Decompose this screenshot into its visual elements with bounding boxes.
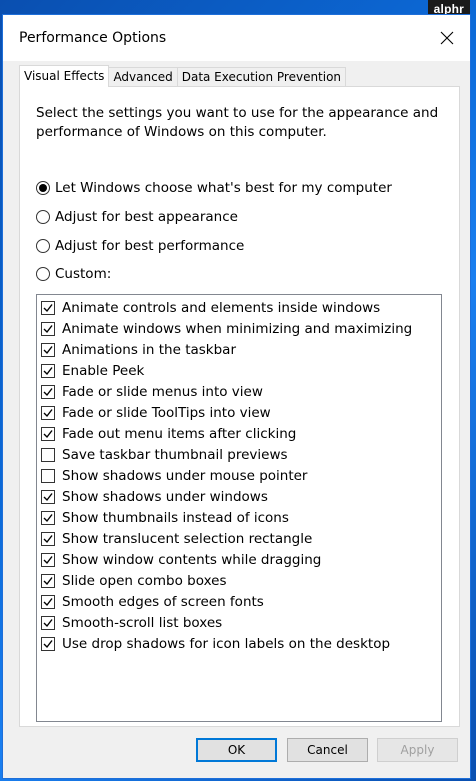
checkbox[interactable] bbox=[41, 342, 55, 357]
effect-item[interactable]: Animations in the taskbar bbox=[37, 339, 441, 360]
effect-label: Save taskbar thumbnail previews bbox=[62, 446, 288, 463]
checkmark-icon bbox=[43, 345, 53, 354]
checkbox[interactable] bbox=[41, 510, 55, 525]
effect-label: Animations in the taskbar bbox=[62, 341, 237, 358]
checkmark-icon bbox=[43, 618, 53, 627]
effect-label: Smooth edges of screen fonts bbox=[62, 593, 264, 610]
checkmark-icon bbox=[43, 366, 53, 375]
radio-label: Adjust for best appearance bbox=[55, 209, 238, 225]
effect-item[interactable]: Smooth edges of screen fonts bbox=[37, 591, 441, 612]
checkbox[interactable] bbox=[41, 594, 55, 609]
checkbox[interactable] bbox=[41, 447, 55, 462]
effect-label: Show window contents while dragging bbox=[62, 551, 322, 568]
checkmark-icon bbox=[43, 492, 53, 501]
radio-let-windows-choose[interactable]: Let Windows choose what's best for my co… bbox=[36, 180, 392, 196]
checkmark-icon bbox=[43, 324, 53, 333]
checkmark-icon bbox=[43, 429, 53, 438]
checkbox[interactable] bbox=[41, 636, 55, 651]
effect-item[interactable]: Use drop shadows for icon labels on the … bbox=[37, 633, 441, 654]
radio-label: Adjust for best performance bbox=[55, 238, 245, 254]
checkbox[interactable] bbox=[41, 531, 55, 546]
radio-best-performance[interactable]: Adjust for best performance bbox=[36, 238, 244, 254]
checkbox[interactable] bbox=[41, 489, 55, 504]
checkmark-icon bbox=[43, 555, 53, 564]
close-button[interactable] bbox=[424, 15, 470, 61]
effect-item[interactable]: Smooth-scroll list boxes bbox=[37, 612, 441, 633]
effect-item[interactable]: Animate windows when minimizing and maxi… bbox=[37, 318, 441, 339]
effect-label: Fade or slide ToolTips into view bbox=[62, 404, 271, 421]
checkbox[interactable] bbox=[41, 615, 55, 630]
title-bar: Performance Options bbox=[3, 15, 470, 61]
effect-label: Show translucent selection rectangle bbox=[62, 530, 313, 547]
cancel-button[interactable]: Cancel bbox=[287, 738, 368, 762]
checkmark-icon bbox=[43, 387, 53, 396]
effect-label: Animate controls and elements inside win… bbox=[62, 299, 381, 316]
effect-item[interactable]: Animate controls and elements inside win… bbox=[37, 297, 441, 318]
effect-item[interactable]: Slide open combo boxes bbox=[37, 570, 441, 591]
checkmark-icon bbox=[43, 408, 53, 417]
effect-label: Use drop shadows for icon labels on the … bbox=[62, 635, 391, 652]
checkbox[interactable] bbox=[41, 405, 55, 420]
effect-item[interactable]: Show thumbnails instead of icons bbox=[37, 507, 441, 528]
checkbox[interactable] bbox=[41, 321, 55, 336]
effect-label: Fade out menu items after clicking bbox=[62, 425, 297, 442]
apply-button: Apply bbox=[377, 738, 458, 762]
effect-item[interactable]: Save taskbar thumbnail previews bbox=[37, 444, 441, 465]
radio-custom[interactable]: Custom: bbox=[36, 266, 111, 282]
radio-best-appearance[interactable]: Adjust for best appearance bbox=[36, 209, 238, 225]
checkbox[interactable] bbox=[41, 552, 55, 567]
checkmark-icon bbox=[43, 639, 53, 648]
checkbox[interactable] bbox=[41, 468, 55, 483]
checkmark-icon bbox=[43, 597, 53, 606]
effect-label: Show shadows under mouse pointer bbox=[62, 467, 308, 484]
effect-item[interactable]: Show window contents while dragging bbox=[37, 549, 441, 570]
visual-effects-panel: Select the settings you want to use for … bbox=[19, 86, 460, 727]
effect-label: Smooth-scroll list boxes bbox=[62, 614, 223, 631]
intro-text: Select the settings you want to use for … bbox=[36, 105, 439, 140]
tab-strip: Visual Effects Advanced Data Execution P… bbox=[19, 65, 347, 87]
effect-label: Slide open combo boxes bbox=[62, 572, 227, 589]
visual-effects-list[interactable]: Animate controls and elements inside win… bbox=[36, 294, 442, 722]
tab-visual-effects[interactable]: Visual Effects bbox=[19, 65, 110, 87]
effect-item[interactable]: Show translucent selection rectangle bbox=[37, 528, 441, 549]
checkmark-icon bbox=[43, 303, 53, 312]
window-title: Performance Options bbox=[19, 30, 167, 46]
effect-item[interactable]: Enable Peek bbox=[37, 360, 441, 381]
ok-button[interactable]: OK bbox=[196, 738, 277, 762]
checkmark-icon bbox=[43, 534, 53, 543]
performance-options-dialog: Performance Options Visual Effects Advan… bbox=[2, 14, 471, 779]
effect-item[interactable]: Show shadows under mouse pointer bbox=[37, 465, 441, 486]
checkbox[interactable] bbox=[41, 573, 55, 588]
effect-label: Show thumbnails instead of icons bbox=[62, 509, 289, 526]
radio-label: Custom: bbox=[55, 266, 112, 282]
effect-label: Show shadows under windows bbox=[62, 488, 268, 505]
effect-label: Enable Peek bbox=[62, 362, 145, 379]
checkbox[interactable] bbox=[41, 426, 55, 441]
effect-item[interactable]: Fade or slide ToolTips into view bbox=[37, 402, 441, 423]
effect-item[interactable]: Show shadows under windows bbox=[37, 486, 441, 507]
effect-item[interactable]: Fade or slide menus into view bbox=[37, 381, 441, 402]
tab-advanced[interactable]: Advanced bbox=[108, 67, 178, 87]
radio-indicator bbox=[36, 239, 50, 253]
radio-label: Let Windows choose what's best for my co… bbox=[55, 180, 392, 196]
checkmark-icon bbox=[43, 576, 53, 585]
radio-indicator bbox=[36, 210, 50, 224]
checkmark-icon bbox=[43, 513, 53, 522]
checkbox[interactable] bbox=[41, 300, 55, 315]
checkbox[interactable] bbox=[41, 384, 55, 399]
radio-indicator bbox=[36, 181, 50, 195]
close-icon bbox=[440, 31, 454, 45]
radio-indicator bbox=[36, 267, 50, 281]
checkbox[interactable] bbox=[41, 363, 55, 378]
effect-item[interactable]: Fade out menu items after clicking bbox=[37, 423, 441, 444]
tab-data-execution-prevention[interactable]: Data Execution Prevention bbox=[176, 67, 347, 87]
effect-label: Animate windows when minimizing and maxi… bbox=[62, 320, 413, 337]
effect-label: Fade or slide menus into view bbox=[62, 383, 263, 400]
